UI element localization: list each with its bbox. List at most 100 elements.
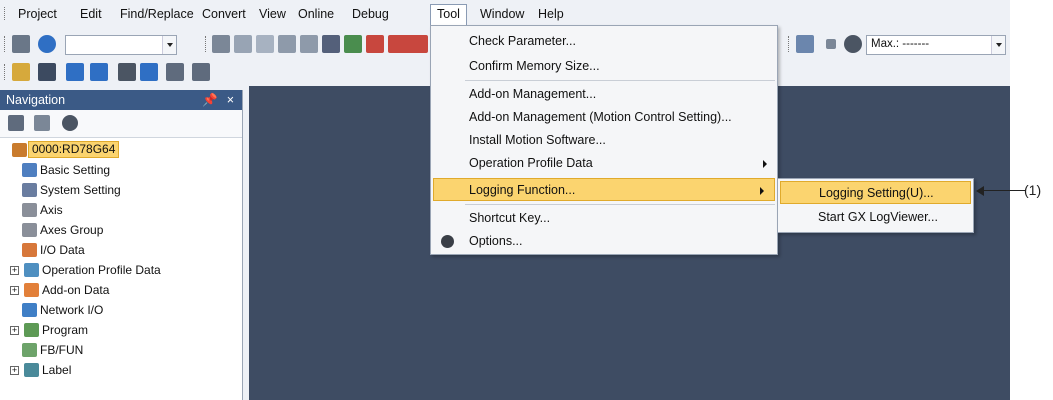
- menu-item-add-on-management[interactable]: Add-on Management...: [431, 83, 777, 106]
- pin-icon[interactable]: 📌: [202, 90, 218, 110]
- tree-item-label: I/O Data: [40, 243, 85, 257]
- collapse-icon[interactable]: [34, 115, 50, 131]
- watch-icon[interactable]: [796, 35, 814, 53]
- tree-item-label: Operation Profile Data: [42, 263, 161, 277]
- menu-separator: [465, 80, 775, 81]
- label-icon: [24, 363, 39, 377]
- network-icon: [22, 303, 37, 317]
- tree-item-axis[interactable]: Axis: [0, 200, 240, 220]
- menu-item-add-on-management-motion[interactable]: Add-on Management (Motion Control Settin…: [431, 106, 777, 129]
- module-icon[interactable]: [38, 63, 56, 81]
- menu-item-label: Operation Profile Data: [469, 156, 593, 170]
- tree-item-operation-profile-data[interactable]: + Operation Profile Data: [0, 260, 240, 280]
- tree-item-label: Network I/O: [40, 303, 104, 317]
- chevron-down-icon[interactable]: [162, 36, 176, 54]
- copy-icon[interactable]: [234, 35, 252, 53]
- convert-icon[interactable]: [322, 35, 340, 53]
- tree-item-axes-group[interactable]: Axes Group: [0, 220, 240, 240]
- setting-icon: [22, 183, 37, 197]
- menu-convert[interactable]: Convert: [196, 4, 252, 25]
- print-icon[interactable]: [12, 35, 30, 53]
- menu-item-start-gx-logviewer[interactable]: Start GX LogViewer...: [780, 206, 971, 229]
- toolbar-grip: [4, 36, 6, 52]
- expand-icon[interactable]: +: [10, 286, 19, 295]
- close-icon[interactable]: ×: [227, 90, 234, 110]
- gear-icon[interactable]: [62, 115, 78, 131]
- chevron-down-icon[interactable]: [991, 36, 1005, 54]
- expand-icon[interactable]: +: [10, 326, 19, 335]
- expand-icon[interactable]: +: [10, 366, 19, 375]
- watch-eye-icon[interactable]: [192, 63, 210, 81]
- tree-item-io-data[interactable]: I/O Data: [0, 240, 240, 260]
- profile-icon: [24, 263, 39, 277]
- io-data-icon: [22, 243, 37, 257]
- cut-icon[interactable]: [212, 35, 230, 53]
- help-icon[interactable]: [38, 35, 56, 53]
- binoculars-icon[interactable]: [118, 63, 136, 81]
- window-split-icon[interactable]: [90, 63, 108, 81]
- write-to-plc-icon[interactable]: [344, 35, 362, 53]
- navigation-pane: Navigation 📌 × 0000:RD78G64 Basic Settin…: [0, 90, 243, 400]
- menu-item-options[interactable]: Options...: [431, 230, 777, 253]
- menu-separator: [465, 204, 775, 205]
- menu-item-label: Logging Function...: [469, 183, 576, 197]
- axis-icon: [22, 203, 37, 217]
- tree-item-fb-fun[interactable]: FB/FUN: [0, 340, 240, 360]
- stop-icon[interactable]: [826, 39, 836, 49]
- tree-item-label: 0000:RD78G64: [28, 141, 120, 158]
- tree-item-label: System Setting: [40, 183, 121, 197]
- tree-item-label: Basic Setting: [40, 163, 111, 177]
- menubar: Project Edit Find/Replace Convert View O…: [0, 0, 1010, 27]
- menu-edit[interactable]: Edit: [74, 4, 108, 25]
- menu-item-logging-setting[interactable]: Logging Setting(U)...: [780, 181, 971, 204]
- menu-item-shortcut-key[interactable]: Shortcut Key...: [431, 207, 777, 230]
- menu-debug[interactable]: Debug: [346, 4, 395, 25]
- tree-item-label: Axes Group: [40, 223, 104, 237]
- tree-item-label: Label: [42, 363, 72, 377]
- window-icon[interactable]: [66, 63, 84, 81]
- menu-tool[interactable]: Tool: [430, 4, 467, 25]
- axes-group-icon: [22, 223, 37, 237]
- tree-view-icon[interactable]: [8, 115, 24, 131]
- search-combo[interactable]: [65, 35, 177, 55]
- search-window-icon[interactable]: [140, 63, 158, 81]
- expand-icon[interactable]: +: [10, 266, 19, 275]
- menu-view[interactable]: View: [253, 4, 292, 25]
- callout-label: (1): [1024, 182, 1042, 198]
- menu-item-confirm-memory-size[interactable]: Confirm Memory Size...: [431, 55, 777, 78]
- navigation-toggle-icon[interactable]: [12, 63, 30, 81]
- undo-icon[interactable]: [278, 35, 296, 53]
- menu-online[interactable]: Online: [292, 4, 340, 25]
- toolbar-grip: [205, 36, 207, 52]
- tree-item-label-node[interactable]: + Label: [0, 360, 240, 380]
- paste-icon[interactable]: [256, 35, 274, 53]
- program-icon: [24, 323, 39, 337]
- tree-item-basic-setting[interactable]: Basic Setting: [0, 160, 240, 180]
- menu-item-logging-function[interactable]: Logging Function...: [433, 178, 775, 201]
- menu-project[interactable]: Project: [12, 4, 63, 25]
- menu-item-check-parameter[interactable]: Check Parameter...: [431, 30, 777, 53]
- menu-item-install-motion-software[interactable]: Install Motion Software...: [431, 129, 777, 152]
- menu-window[interactable]: Window: [474, 4, 530, 25]
- menu-item-label: Options...: [469, 234, 523, 248]
- read-from-plc-icon[interactable]: [366, 35, 384, 53]
- tree-item-add-on-data[interactable]: + Add-on Data: [0, 280, 240, 300]
- tree-item-program[interactable]: + Program: [0, 320, 240, 340]
- tree-item-network-io[interactable]: Network I/O: [0, 300, 240, 320]
- monitor-icon[interactable]: [388, 35, 428, 53]
- max-combo[interactable]: Max.: -------: [866, 35, 1006, 55]
- tree-item-label: FB/FUN: [40, 343, 84, 357]
- tree-item-module[interactable]: 0000:RD78G64: [0, 140, 240, 160]
- menu-find-replace[interactable]: Find/Replace: [114, 4, 200, 25]
- device-icon[interactable]: [166, 63, 184, 81]
- tree-item-system-setting[interactable]: System Setting: [0, 180, 240, 200]
- project-tree: 0000:RD78G64 Basic Setting System Settin…: [0, 140, 240, 380]
- tool-menu-dropdown: Check Parameter... Confirm Memory Size..…: [430, 25, 778, 255]
- menu-help[interactable]: Help: [532, 4, 570, 25]
- chevron-right-icon: [760, 187, 764, 195]
- callout-line: [982, 190, 1026, 191]
- check-icon[interactable]: [844, 35, 862, 53]
- menu-item-operation-profile-data[interactable]: Operation Profile Data: [431, 152, 777, 175]
- redo-icon[interactable]: [300, 35, 318, 53]
- menubar-grip: [4, 7, 6, 20]
